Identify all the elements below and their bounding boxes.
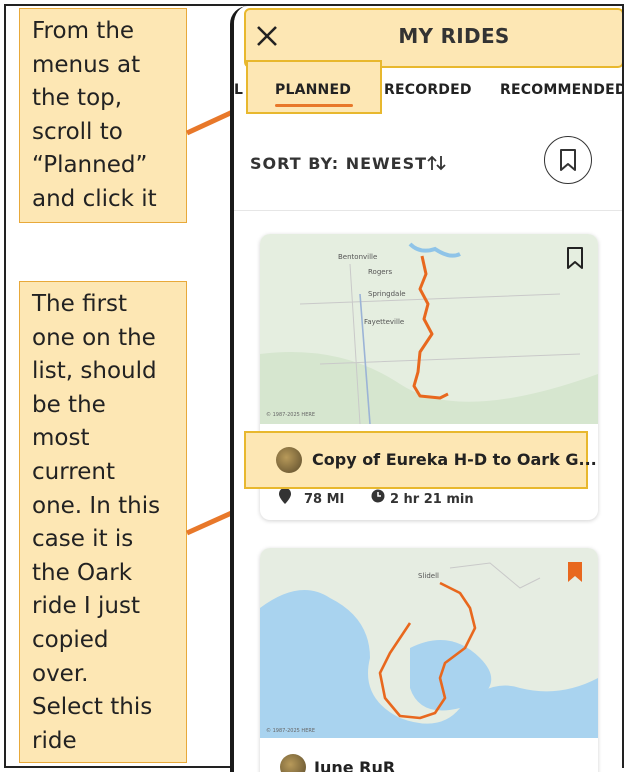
- sort-bar: SORT BY: NEWEST: [234, 114, 622, 211]
- ride-map: Slidell © 1987-2025 HERE: [260, 548, 598, 738]
- tab-previous[interactable]: L: [234, 82, 243, 98]
- ride-distance: 78 MI: [304, 492, 345, 507]
- map-label: Bentonville: [338, 253, 377, 261]
- ride-name[interactable]: June RuR: [314, 758, 395, 772]
- map-label: Springdale: [368, 290, 406, 298]
- tab-recorded[interactable]: RECORDED: [384, 82, 472, 98]
- ride-map: Bentonville Rogers Springdale Fayettevil…: [260, 234, 598, 424]
- saved-filter-button[interactable]: [544, 136, 592, 184]
- map-label: Slidell: [418, 572, 439, 580]
- ride-card[interactable]: Slidell © 1987-2025 HERE June RuR: [260, 548, 598, 772]
- sort-arrows-icon[interactable]: [426, 154, 448, 172]
- bookmark-icon[interactable]: [566, 246, 584, 270]
- ride-name[interactable]: Copy of Eureka H-D to Oark G...: [312, 450, 597, 469]
- bookmark-filled-icon[interactable]: [566, 560, 584, 584]
- ride-duration: 2 hr 21 min: [389, 492, 474, 507]
- sort-dropdown[interactable]: SORT BY: NEWEST: [250, 154, 427, 173]
- tab-recommended[interactable]: RECOMMENDED: [500, 82, 622, 98]
- close-icon[interactable]: [254, 23, 280, 49]
- map-attribution: © 1987-2025 HERE: [266, 411, 315, 418]
- distance-pin-icon: [279, 488, 291, 504]
- ride-name-highlight[interactable]: Copy of Eureka H-D to Oark G...: [244, 431, 597, 489]
- active-tab-indicator: [275, 104, 353, 107]
- phone-screen: MY RIDES L PLANNED RECORDED RECOMMENDED …: [230, 6, 622, 772]
- map-attribution: © 1987-2025 HERE: [266, 727, 315, 734]
- bookmark-icon: [560, 149, 576, 171]
- map-label: Rogers: [368, 268, 392, 276]
- clock-icon: [371, 489, 385, 503]
- tab-planned[interactable]: PLANNED: [275, 82, 351, 98]
- avatar: [276, 447, 302, 473]
- page-title: MY RIDES: [398, 24, 510, 48]
- ride-stats: 78 MI 2 hr 21 min: [304, 489, 474, 507]
- map-label: Fayetteville: [364, 318, 404, 326]
- avatar: [280, 754, 306, 772]
